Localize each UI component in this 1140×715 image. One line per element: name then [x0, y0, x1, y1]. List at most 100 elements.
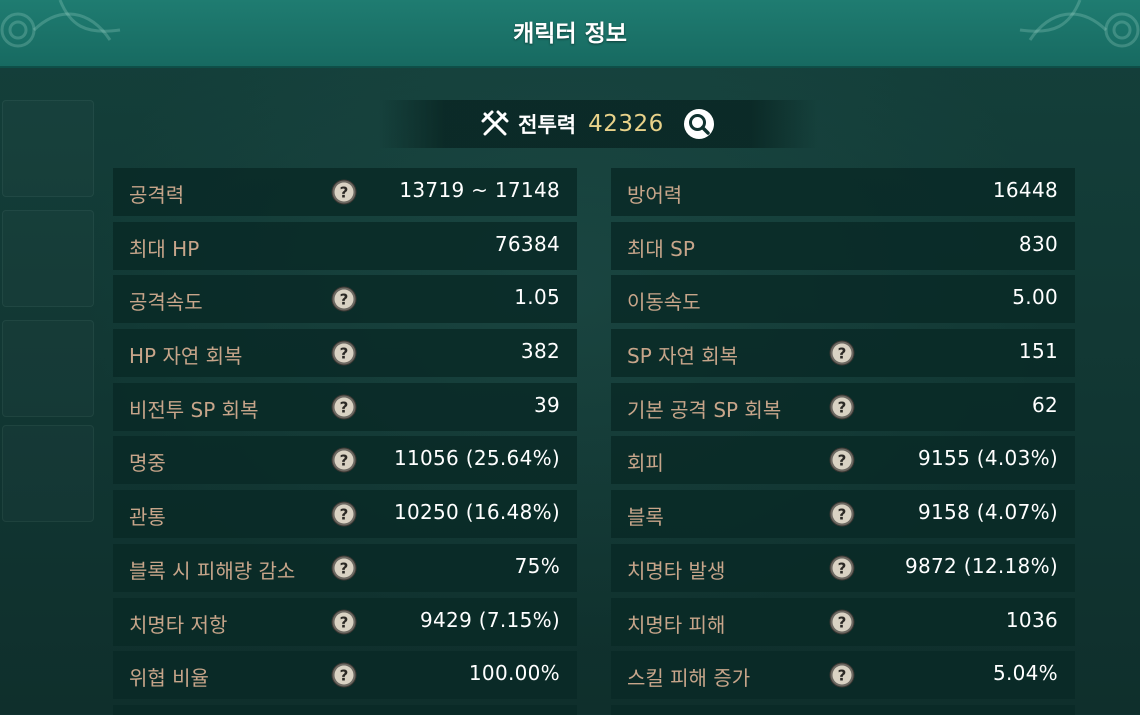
stat-value: 100.00% — [468, 661, 560, 686]
stat-value: 9158 (4.07%) — [918, 500, 1058, 525]
stat-label: 기본 공격 SP 회복 — [627, 397, 782, 422]
stat-value: 11056 (25.64%) — [393, 446, 560, 471]
stat-value: 830 — [1018, 231, 1058, 256]
stats-column-left: 공격력? 13719 ~ 17148 최대 HP 76384 공격속도? 1.05 HP 자… — [113, 168, 577, 715]
stat-value: 39 — [533, 392, 560, 417]
stat-row: 블록? 9158 (4.07%) — [611, 490, 1075, 539]
stat-value: 76384 — [494, 231, 560, 256]
svg-text:?: ? — [838, 613, 847, 631]
stat-label: 치명타 피해 — [627, 612, 726, 637]
stat-label: 블록 시 피해량 감소 — [129, 558, 296, 583]
help-icon[interactable]: ? — [829, 555, 855, 581]
stat-label: 위협 비율 — [129, 666, 209, 691]
stat-row: 위협 비율? 100.00% — [113, 651, 577, 700]
stat-label: HP 자연 회복 — [129, 344, 243, 369]
crossed-swords-icon — [481, 110, 509, 136]
stat-row: 비전투 SP 회복? 39 — [113, 382, 577, 431]
stat-row: 기본 공격 SP 회복? 62 — [611, 382, 1075, 431]
stat-label: 이동속도 — [627, 290, 701, 315]
stat-value: 5.04% — [992, 661, 1058, 686]
stat-value: 1036 — [1005, 607, 1058, 632]
stat-row: 이동속도 5.00 — [611, 275, 1075, 324]
svg-text:?: ? — [340, 559, 349, 577]
svg-text:?: ? — [340, 613, 349, 631]
svg-text:?: ? — [838, 452, 847, 470]
help-icon[interactable]: ? — [829, 447, 855, 473]
help-icon[interactable]: ? — [829, 662, 855, 688]
stat-value: 151 — [1018, 339, 1058, 364]
help-icon[interactable]: ? — [331, 340, 357, 366]
title-bar: 캐릭터 정보 — [0, 0, 1140, 68]
stat-row-partial — [611, 704, 1075, 715]
stat-label: 관통 — [129, 505, 166, 530]
stat-value: 16448 — [992, 178, 1058, 202]
stat-label: 비전투 SP 회복 — [129, 397, 259, 422]
help-icon[interactable]: ? — [331, 662, 357, 688]
combat-power-bar: 전투력 42326 — [378, 100, 818, 148]
stat-value: 9155 (4.03%) — [918, 446, 1058, 471]
stat-value: 10250 (16.48%) — [393, 500, 560, 525]
stat-row: 치명타 발생? 9872 (12.18%) — [611, 543, 1075, 592]
help-icon[interactable]: ? — [331, 447, 357, 473]
help-icon[interactable]: ? — [331, 501, 357, 527]
help-icon[interactable]: ? — [829, 609, 855, 635]
stat-row: 관통? 10250 (16.48%) — [113, 490, 577, 539]
stat-row: 회피? 9155 (4.03%) — [611, 436, 1075, 485]
svg-text:?: ? — [838, 506, 847, 524]
svg-text:?: ? — [838, 559, 847, 577]
help-icon[interactable]: ? — [829, 340, 855, 366]
stat-value: 5.00 — [1012, 285, 1058, 310]
stat-label: 최대 HP — [129, 236, 200, 261]
combat-power-label: 전투력 — [518, 113, 577, 137]
stat-row: 명중? 11056 (25.64%) — [113, 436, 577, 485]
background-card — [2, 210, 94, 307]
background-card — [2, 100, 94, 197]
stat-label: 회피 — [627, 451, 664, 476]
svg-text:?: ? — [340, 506, 349, 524]
help-icon[interactable]: ? — [331, 286, 357, 312]
stat-value: 1.05 — [514, 285, 560, 310]
stat-value: 75% — [514, 553, 560, 578]
stat-value: 9429 (7.15%) — [420, 607, 560, 632]
svg-text:?: ? — [340, 398, 349, 416]
help-icon[interactable]: ? — [331, 609, 357, 635]
stat-label: 치명타 저항 — [129, 612, 228, 637]
stat-row: HP 자연 회복? 382 — [113, 329, 577, 378]
help-icon[interactable]: ? — [331, 555, 357, 581]
stat-label: 공격력 — [129, 183, 185, 207]
stat-row: 치명타 피해? 1036 — [611, 597, 1075, 646]
stat-row: 최대 HP 76384 — [113, 221, 577, 270]
stat-label: 방어력 — [627, 183, 683, 207]
svg-text:?: ? — [838, 398, 847, 416]
stat-label: 최대 SP — [627, 236, 695, 261]
stat-value: 62 — [1031, 392, 1058, 417]
stat-row: 공격속도? 1.05 — [113, 275, 577, 324]
stat-row-partial — [113, 704, 577, 715]
stat-value: 382 — [520, 339, 560, 364]
stat-label: SP 자연 회복 — [627, 344, 739, 369]
svg-text:?: ? — [340, 452, 349, 470]
svg-text:?: ? — [340, 345, 349, 363]
stat-row: 치명타 저항? 9429 (7.15%) — [113, 597, 577, 646]
svg-text:?: ? — [340, 291, 349, 309]
stats-column-right: 방어력 16448 최대 SP 830 이동속도 5.00 SP 자연 회복? 151 기본 공… — [611, 168, 1075, 715]
stat-value: 13719 ~ 17148 — [399, 178, 560, 202]
background-card — [2, 425, 94, 522]
svg-text:?: ? — [340, 667, 349, 685]
help-icon[interactable]: ? — [331, 394, 357, 420]
stat-row: 방어력 16448 — [611, 168, 1075, 216]
help-icon[interactable]: ? — [331, 179, 357, 205]
stat-label: 블록 — [627, 505, 664, 530]
stat-row: SP 자연 회복? 151 — [611, 329, 1075, 378]
svg-text:?: ? — [838, 667, 847, 685]
stat-row: 블록 시 피해량 감소? 75% — [113, 543, 577, 592]
help-icon[interactable]: ? — [829, 501, 855, 527]
combat-power-value: 42326 — [588, 111, 664, 137]
help-icon[interactable]: ? — [829, 394, 855, 420]
magnifier-icon[interactable] — [682, 107, 716, 141]
stat-label: 치명타 발생 — [627, 558, 726, 583]
svg-text:?: ? — [838, 345, 847, 363]
svg-text:?: ? — [340, 184, 349, 202]
stat-label: 명중 — [129, 451, 166, 476]
background-card — [2, 320, 94, 417]
